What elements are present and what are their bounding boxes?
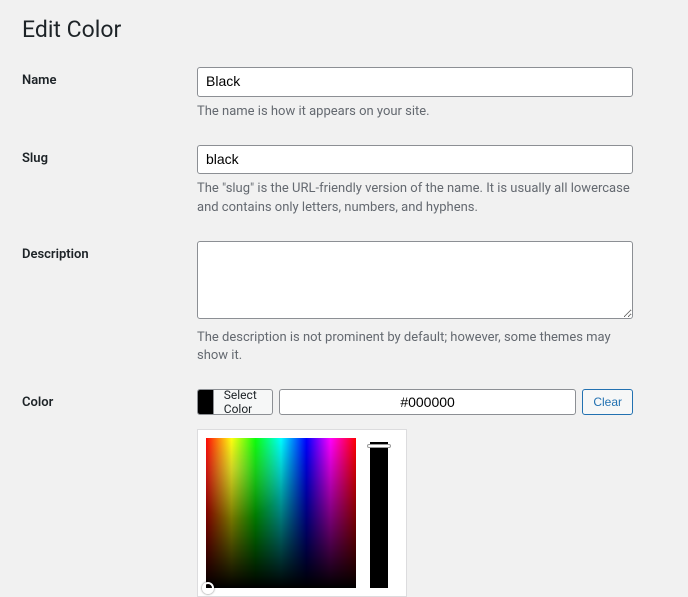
name-help: The name is how it appears on your site. bbox=[197, 103, 633, 121]
description-label: Description bbox=[22, 241, 197, 262]
saturation-area[interactable] bbox=[206, 438, 356, 588]
value-slider-handle[interactable] bbox=[367, 444, 391, 448]
color-picker-panel bbox=[197, 429, 407, 597]
slug-input[interactable] bbox=[197, 145, 633, 175]
select-color-button[interactable]: Select Color bbox=[197, 389, 273, 415]
color-label: Color bbox=[22, 389, 197, 410]
slug-help: The "slug" is the URL-friendly version o… bbox=[197, 180, 633, 216]
select-color-label: Select Color bbox=[214, 390, 272, 414]
color-swatch bbox=[198, 390, 214, 415]
clear-button[interactable]: Clear bbox=[582, 389, 633, 415]
description-help: The description is not prominent by defa… bbox=[197, 329, 633, 365]
page-title: Edit Color bbox=[22, 16, 666, 43]
name-input[interactable] bbox=[197, 67, 633, 97]
value-slider[interactable] bbox=[370, 438, 388, 588]
description-textarea[interactable] bbox=[197, 241, 633, 319]
slug-label: Slug bbox=[22, 145, 197, 166]
saturation-handle[interactable] bbox=[202, 582, 214, 594]
name-label: Name bbox=[22, 67, 197, 88]
hex-input[interactable] bbox=[279, 389, 576, 415]
